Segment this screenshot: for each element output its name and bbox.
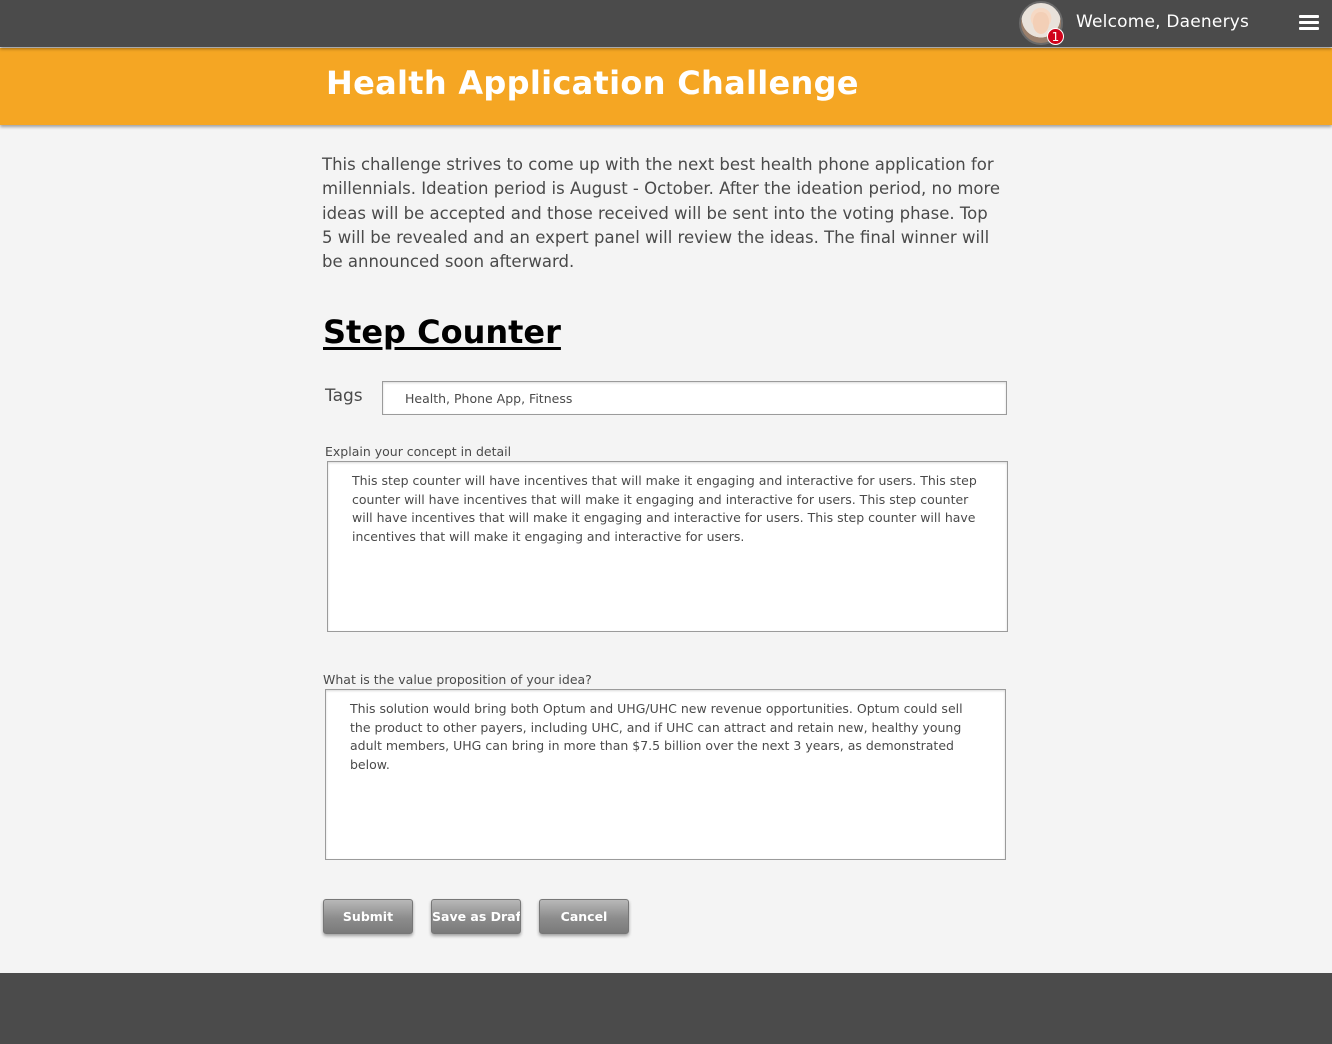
menu-bar — [1299, 15, 1319, 18]
tags-label: Tags — [325, 386, 363, 406]
value-proposition-textarea[interactable]: This solution would bring both Optum and… — [325, 689, 1006, 860]
challenge-title: Health Application Challenge — [326, 64, 859, 102]
value-proposition-label: What is the value proposition of your id… — [323, 672, 592, 687]
idea-title: Step Counter — [323, 313, 561, 351]
concept-label: Explain your concept in detail — [325, 444, 512, 459]
avatar-face — [1033, 12, 1049, 34]
welcome-text: Welcome, Daenerys — [1076, 12, 1250, 32]
hamburger-menu-icon[interactable] — [1299, 15, 1319, 32]
submit-button[interactable]: Submit — [323, 899, 413, 934]
challenge-banner: Health Application Challenge — [0, 48, 1332, 125]
cancel-button[interactable]: Cancel — [539, 899, 629, 934]
challenge-description: This challenge strives to come up with t… — [322, 155, 1001, 272]
save-draft-button[interactable]: Save as Draft — [431, 899, 521, 934]
menu-bar — [1299, 27, 1319, 30]
footer — [0, 973, 1332, 1044]
tags-input[interactable] — [382, 381, 1007, 415]
menu-bar — [1299, 21, 1319, 24]
notification-badge[interactable]: 1 — [1047, 28, 1064, 45]
concept-textarea[interactable]: This step counter will have incentives t… — [327, 461, 1008, 632]
top-navigation-bar: 1 Welcome, Daenerys — [0, 0, 1332, 47]
